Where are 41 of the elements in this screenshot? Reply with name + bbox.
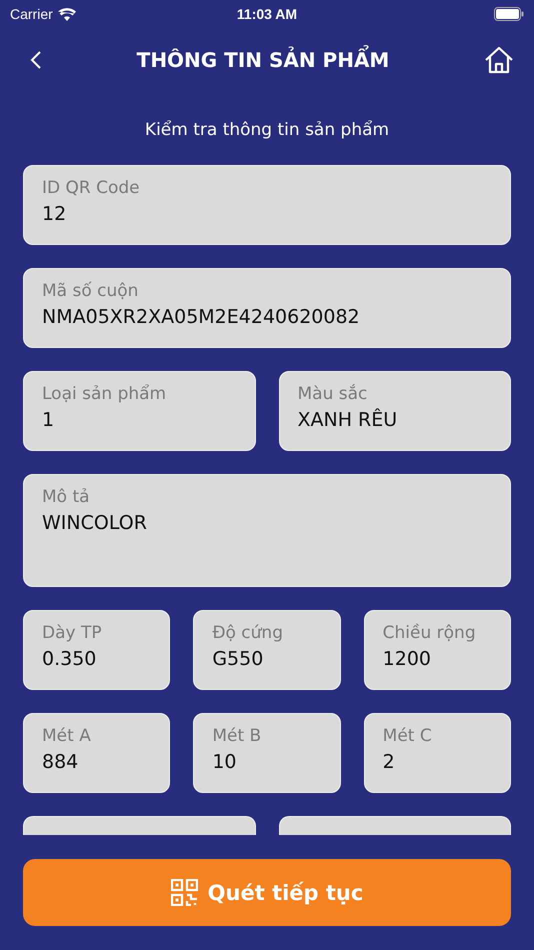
carrier-label: Carrier xyxy=(10,6,53,22)
home-button[interactable] xyxy=(484,46,514,74)
text-field[interactable]: Mét C 2 xyxy=(364,713,511,793)
text-field[interactable]: Mã số cuộn NMA05XR2XA05M2E4240620082 xyxy=(23,268,511,348)
field-value: 1 xyxy=(42,408,56,433)
text-field[interactable]: Mô tả WINCOLOR xyxy=(23,474,511,587)
field-label: Mét C xyxy=(382,725,433,748)
text-field[interactable]: Độ cứng G550 xyxy=(193,610,341,690)
text-field[interactable]: Dày TP 0.350 xyxy=(23,610,170,690)
text-field[interactable]: Mét A 884 xyxy=(23,713,170,793)
field-value: 2 xyxy=(382,750,396,775)
field-label: Mét B xyxy=(212,725,262,748)
field-value: XANH RÊU xyxy=(298,407,398,433)
field-value: 0.350 xyxy=(42,647,98,672)
field-label: Dày TP xyxy=(42,622,103,645)
text-field[interactable]: Màu sắc XANH RÊU xyxy=(278,371,511,451)
field-value: NMA05XR2XA05M2E4240620082 xyxy=(42,305,361,330)
field-label: Chiều rộng xyxy=(382,622,477,645)
field-value: 884 xyxy=(42,750,80,775)
field-label: Mô tả xyxy=(42,486,91,509)
text-field[interactable]: Chiều rộng 1200 xyxy=(364,610,511,690)
field-value: WINCOLOR xyxy=(42,511,148,536)
field-value: G550 xyxy=(212,647,264,672)
field-value: 1200 xyxy=(382,647,432,672)
field-value: 12 xyxy=(42,202,68,227)
wifi-icon xyxy=(58,8,76,20)
text-field[interactable]: Loại sản phẩm 1 xyxy=(23,371,256,451)
field-label: Mét A xyxy=(42,725,92,748)
field-label: Màu sắc xyxy=(298,383,368,406)
clock-time: 11:03 AM xyxy=(236,6,298,22)
field-label: Mã số cuộn xyxy=(42,280,140,303)
field-value: 10 xyxy=(212,750,238,775)
field-label: Độ cứng xyxy=(212,622,284,645)
page-subtitle: Kiểm tra thông tin sản phẩm xyxy=(144,120,390,140)
field-label: Loại sản phẩm xyxy=(42,383,168,406)
field-label: ID QR Code xyxy=(42,177,141,200)
text-field[interactable]: ID QR Code 12 xyxy=(23,165,511,245)
qr-code-icon xyxy=(170,879,198,906)
text-field[interactable]: Mét B 10 xyxy=(193,713,341,793)
back-button[interactable] xyxy=(30,50,42,70)
battery-icon xyxy=(494,7,524,21)
